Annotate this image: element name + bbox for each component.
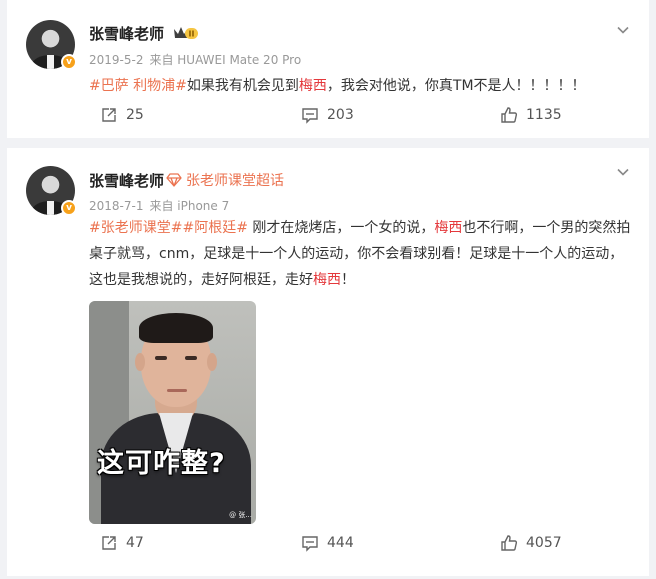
post-text: #巴萨 利物浦#如果我有机会见到梅西，我会对他说，你真TM不是人！！！！！ [89, 73, 634, 99]
like-count: 1135 [526, 107, 562, 123]
text-segment: 刚才在烧烤店，一个女的说， [247, 220, 435, 236]
like-button[interactable]: 4057 [500, 534, 562, 552]
post-card: v 张雪峰老师 张老师课堂超话 2018-7-1 来自 iPhone 7 #张老师… [7, 148, 649, 576]
comment-count: 444 [327, 535, 354, 551]
highlight-keyword[interactable]: 梅西 [434, 220, 462, 236]
repost-count: 25 [126, 107, 144, 123]
post-image[interactable]: 这可咋整? @ 张... [89, 301, 256, 524]
image-figure-eye [185, 356, 197, 360]
repost-icon [102, 536, 116, 550]
post-source: 来自 HUAWEI Mate 20 Pro [149, 53, 302, 67]
repost-button[interactable]: 25 [100, 106, 144, 124]
member-crown-icon[interactable]: II [173, 25, 199, 40]
post-meta: 2019-5-2 来自 HUAWEI Mate 20 Pro [89, 51, 307, 68]
chevron-down-icon[interactable] [615, 164, 631, 180]
image-figure-hair [139, 313, 213, 343]
verified-badge-icon: v [61, 54, 77, 70]
image-caption: 这可咋整? [97, 448, 226, 479]
avatar-collar [47, 55, 54, 69]
badge-level: II [189, 30, 195, 39]
image-figure-mouth [167, 389, 187, 392]
post-card: v 张雪峰老师 II 2019-5-2 来自 HUAWEI Mate 20 Pro… [7, 0, 649, 138]
verified-badge-icon: v [61, 200, 77, 216]
image-figure-ear [207, 353, 217, 371]
author-name[interactable]: 张雪峰老师 [89, 170, 164, 191]
like-icon [501, 535, 518, 551]
post-text: #张老师课堂##阿根廷# 刚才在烧烤店，一个女的说，梅西也不行啊，一个男的突然拍… [89, 215, 634, 293]
post-meta: 2018-7-1 来自 iPhone 7 [89, 197, 235, 214]
avatar-collar [47, 201, 54, 215]
image-figure-eye [155, 356, 167, 360]
text-segment: 如果我有机会见到 [186, 78, 299, 94]
highlight-keyword[interactable]: 梅西 [299, 78, 327, 94]
image-watermark: @ 张... [229, 511, 252, 519]
action-bar: 25 203 1135 [7, 106, 649, 130]
repost-icon [102, 108, 116, 122]
action-bar: 47 444 4057 [7, 534, 649, 558]
comment-icon [302, 108, 318, 124]
repost-button[interactable]: 47 [100, 534, 144, 552]
comment-icon [302, 536, 318, 552]
like-count: 4057 [526, 535, 562, 551]
like-icon [501, 107, 518, 123]
hashtag[interactable]: #巴萨 利物浦# [89, 78, 187, 94]
super-topic-link[interactable]: 张老师课堂超话 [186, 170, 284, 190]
comment-button[interactable]: 203 [301, 106, 354, 124]
super-topic-gem-icon [166, 173, 182, 187]
comment-count: 203 [327, 107, 354, 123]
text-segment: ！ [341, 272, 355, 288]
post-date[interactable]: 2019-5-2 [89, 53, 143, 67]
like-button[interactable]: 1135 [500, 106, 562, 124]
chevron-down-icon[interactable] [615, 22, 631, 38]
text-segment: ，我会对他说，你真TM不是人！！！！！ [326, 78, 586, 94]
post-source: 来自 iPhone 7 [149, 199, 230, 213]
highlight-keyword[interactable]: 梅西 [313, 272, 341, 288]
comment-button[interactable]: 444 [301, 534, 354, 552]
hashtag[interactable]: #张老师课堂##阿根廷# [89, 220, 248, 236]
post-date[interactable]: 2018-7-1 [89, 199, 143, 213]
image-figure-ear [135, 353, 145, 371]
author-name[interactable]: 张雪峰老师 [89, 23, 164, 44]
repost-count: 47 [126, 535, 144, 551]
